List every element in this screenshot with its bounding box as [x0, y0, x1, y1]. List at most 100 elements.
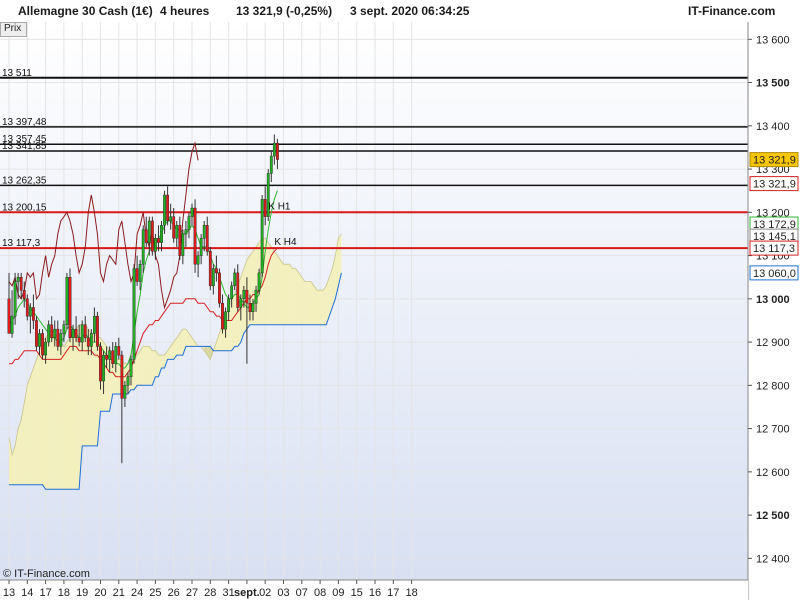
candle-bearish: [25, 298, 29, 317]
candle-bearish: [22, 289, 26, 300]
candle-bullish: [114, 346, 118, 364]
candle-bearish: [7, 298, 11, 334]
candle-bearish: [83, 324, 87, 338]
ichimoku-cloud-segment: [161, 355, 165, 369]
x-tick-label: 18: [405, 587, 417, 599]
candle-bullish: [129, 359, 133, 377]
ichimoku-cloud-segment: [143, 346, 147, 386]
ichimoku-cloud-segment: [30, 368, 34, 485]
candle-bullish: [181, 233, 185, 256]
candle-bullish: [89, 333, 93, 347]
y-tick-label: 12 600: [756, 467, 790, 479]
ichimoku-cloud-segment: [18, 419, 22, 485]
ichimoku-cloud-segment: [286, 264, 290, 325]
x-tick-label: 03: [277, 587, 289, 599]
candle-bullish: [254, 289, 258, 304]
candle-bullish: [251, 302, 255, 313]
candle-bearish: [99, 346, 102, 382]
candle-bullish: [102, 354, 105, 382]
candle-bullish: [163, 194, 166, 226]
price-badge-label: 13 060,0: [753, 268, 796, 280]
x-tick-label: 27: [186, 587, 198, 599]
candle-bullish: [138, 264, 142, 282]
candle-bearish: [105, 354, 109, 360]
candle-bullish: [44, 341, 48, 356]
level-label: 13 397,48: [2, 117, 47, 128]
candle-bullish: [28, 307, 32, 317]
x-tick-label: 08: [314, 587, 326, 599]
candle-bullish: [10, 315, 14, 334]
x-tick-label: 09: [332, 587, 344, 599]
candle-bearish: [236, 272, 240, 308]
price-chart[interactable]: 13 51113 397,4813 357,4513 341,8513 262,…: [0, 0, 800, 600]
ichimoku-cloud-segment: [277, 255, 281, 325]
candle-bearish: [172, 216, 176, 239]
candle-bullish: [199, 238, 203, 256]
x-tick-label: 17: [39, 587, 51, 599]
x-tick-label: 02: [259, 587, 271, 599]
candle-bearish: [120, 354, 124, 399]
level-label: 13 117,3: [2, 238, 41, 249]
ichimoku-cloud-segment: [268, 242, 272, 325]
watermark: © IT-Finance.com: [3, 568, 90, 580]
price-badge-label: 13 117,3: [753, 243, 795, 255]
ichimoku-cloud-segment: [298, 272, 302, 325]
candle-bullish: [53, 328, 57, 338]
candle-bearish: [276, 142, 279, 160]
y-tick-label: 13 000: [756, 294, 790, 306]
candle-bearish: [32, 307, 35, 321]
candle-bearish: [41, 333, 44, 356]
candle-bearish: [166, 194, 169, 222]
candle-bullish: [230, 285, 234, 300]
ichimoku-cloud-segment: [70, 333, 74, 490]
candle-bearish: [208, 251, 212, 287]
candle-bullish: [123, 385, 127, 399]
x-tick-label: 14: [21, 587, 33, 599]
candle-bearish: [135, 268, 139, 282]
candle-bullish: [242, 289, 246, 300]
candle-bullish: [153, 238, 157, 252]
x-tick-label: 20: [94, 587, 106, 599]
candle-bullish: [187, 216, 191, 230]
price-panel-label: Prix: [4, 23, 22, 34]
candle-bullish: [211, 268, 215, 287]
candle-bearish: [56, 328, 60, 347]
ichimoku-cloud-segment: [307, 281, 311, 325]
level-label: 13 262,35: [2, 175, 47, 186]
level-label: 13 511: [2, 68, 32, 79]
candle-bullish: [160, 225, 163, 243]
x-tick-label: 15: [351, 587, 363, 599]
y-tick-label: 13 500: [756, 78, 790, 90]
candle-bullish: [260, 199, 264, 274]
x-tick-label: 18: [58, 587, 70, 599]
ichimoku-cloud-segment: [149, 346, 153, 386]
candle-bearish: [117, 346, 121, 356]
candle-bullish: [190, 207, 194, 217]
ichimoku-cloud-segment: [48, 329, 52, 490]
candle-bearish: [157, 238, 160, 243]
level-label: 13 200,15: [2, 202, 47, 213]
candle-bullish: [269, 155, 273, 174]
ichimoku-cloud-segment: [57, 337, 61, 490]
candle-bullish: [92, 315, 96, 334]
ichimoku-cloud-segment: [295, 268, 299, 325]
price-badge-label: 13 321,9: [753, 179, 796, 191]
ichimoku-cloud-segment: [73, 329, 77, 490]
candle-bullish: [62, 324, 66, 334]
x-tick-label: 19: [76, 587, 88, 599]
x-tick-label: 28: [204, 587, 216, 599]
x-tick-label: 16: [369, 587, 381, 599]
candle-bearish: [35, 320, 38, 347]
ichimoku-cloud-segment: [310, 281, 314, 325]
price-panel-tab[interactable]: Prix: [0, 22, 27, 37]
ichimoku-cloud-segment: [283, 264, 287, 325]
candle-bullish: [147, 220, 151, 243]
candle-bearish: [50, 324, 54, 338]
candle-bullish: [59, 333, 63, 347]
candle-bearish: [19, 277, 23, 291]
level-label: 13 341,85: [2, 141, 47, 152]
ichimoku-cloud-segment: [36, 350, 40, 485]
y-tick-label: 13 400: [756, 121, 790, 133]
y-tick-label: 12 400: [756, 553, 790, 565]
candle-bearish: [144, 229, 148, 243]
